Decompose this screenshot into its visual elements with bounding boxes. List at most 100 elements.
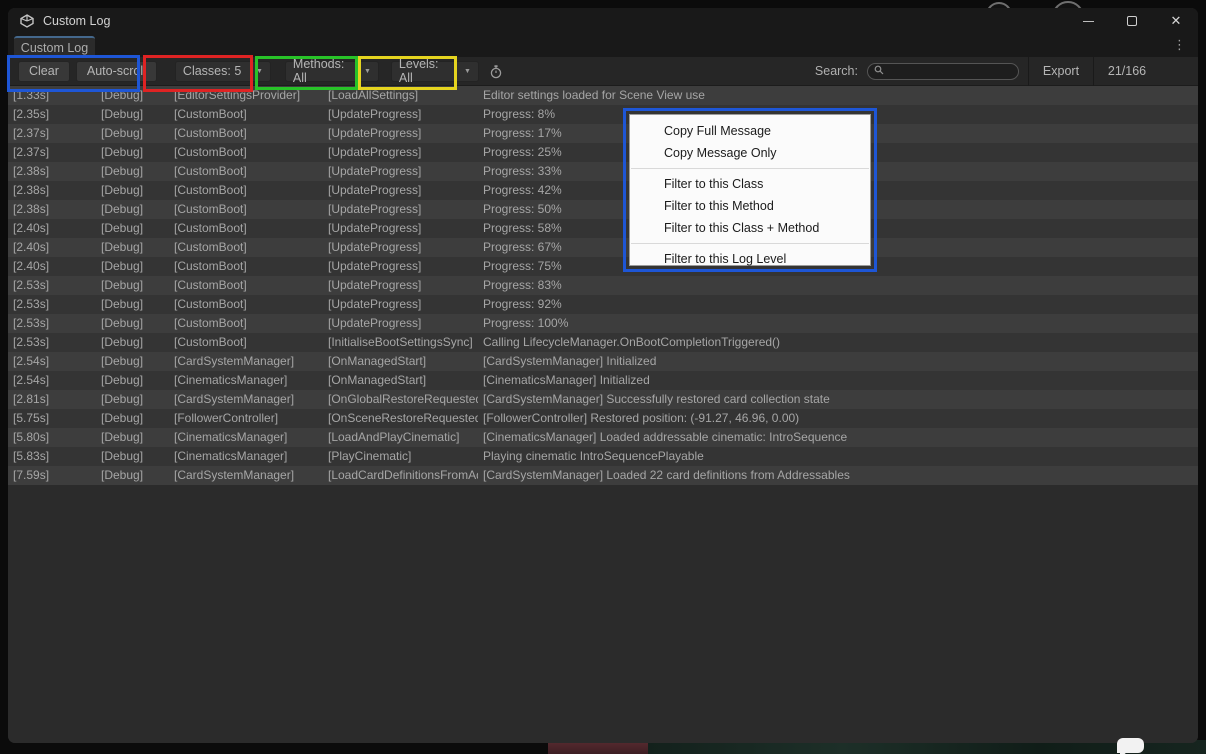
log-level: [Debug] <box>101 143 171 162</box>
log-level: [Debug] <box>101 428 171 447</box>
log-level: [Debug] <box>101 352 171 371</box>
kebab-menu-icon[interactable]: ⋮ <box>1173 37 1186 53</box>
menu-item-copy-full-message[interactable]: Copy Full Message <box>630 120 870 142</box>
log-time: [2.54s] <box>13 371 98 390</box>
log-method: [OnSceneRestoreRequested] <box>328 409 478 428</box>
log-message: [CardSystemManager] Successfully restore… <box>483 390 1194 409</box>
log-message: [CardSystemManager] Loaded 22 card defin… <box>483 466 1194 485</box>
log-method: [OnManagedStart] <box>328 352 478 371</box>
log-level: [Debug] <box>101 200 171 219</box>
log-time: [2.35s] <box>13 105 98 124</box>
log-method: [UpdateProgress] <box>328 162 478 181</box>
annotation-box-toolbar-buttons <box>7 55 140 92</box>
annotation-box-methods <box>255 56 358 90</box>
log-time: [2.37s] <box>13 143 98 162</box>
log-method: [UpdateProgress] <box>328 105 478 124</box>
log-row[interactable]: [2.40s][Debug][CustomBoot][UpdateProgres… <box>8 219 1198 238</box>
log-row[interactable]: [2.35s][Debug][CustomBoot][UpdateProgres… <box>8 105 1198 124</box>
menu-item-filter-to-this-method[interactable]: Filter to this Method <box>630 195 870 217</box>
log-level: [Debug] <box>101 276 171 295</box>
stopwatch-icon[interactable] <box>489 64 503 79</box>
log-row[interactable]: [2.37s][Debug][CustomBoot][UpdateProgres… <box>8 124 1198 143</box>
search-label: Search: <box>815 64 858 78</box>
log-row[interactable]: [2.81s][Debug][CardSystemManager][OnGlob… <box>8 390 1198 409</box>
log-class: [CustomBoot] <box>174 257 326 276</box>
menu-item-filter-to-this-class-method[interactable]: Filter to this Class + Method <box>630 217 870 239</box>
log-class: [CustomBoot] <box>174 219 326 238</box>
log-row[interactable]: [2.38s][Debug][CustomBoot][UpdateProgres… <box>8 181 1198 200</box>
log-message: Playing cinematic IntroSequencePlayable <box>483 447 1194 466</box>
log-row[interactable]: [2.37s][Debug][CustomBoot][UpdateProgres… <box>8 143 1198 162</box>
log-method: [UpdateProgress] <box>328 143 478 162</box>
log-row[interactable]: [7.59s][Debug][CardSystemManager][LoadCa… <box>8 466 1198 485</box>
log-method: [UpdateProgress] <box>328 314 478 333</box>
log-class: [CustomBoot] <box>174 314 326 333</box>
log-time: [2.54s] <box>13 352 98 371</box>
log-row[interactable]: [2.38s][Debug][CustomBoot][UpdateProgres… <box>8 200 1198 219</box>
menu-item-filter-to-this-log-level[interactable]: Filter to this Log Level <box>630 248 870 270</box>
log-row[interactable]: [2.53s][Debug][CustomBoot][UpdateProgres… <box>8 276 1198 295</box>
log-class: [CustomBoot] <box>174 181 326 200</box>
log-row[interactable]: [5.83s][Debug][CinematicsManager][PlayCi… <box>8 447 1198 466</box>
log-class: [FollowerController] <box>174 409 326 428</box>
minimize-button[interactable] <box>1066 8 1110 34</box>
log-level: [Debug] <box>101 124 171 143</box>
log-method: [UpdateProgress] <box>328 257 478 276</box>
log-row[interactable]: [5.75s][Debug][FollowerController][OnSce… <box>8 409 1198 428</box>
close-button[interactable]: ✕ <box>1154 8 1198 34</box>
log-method: [UpdateProgress] <box>328 295 478 314</box>
log-row[interactable]: [2.53s][Debug][CustomBoot][UpdateProgres… <box>8 314 1198 333</box>
log-message: [CardSystemManager] Initialized <box>483 352 1194 371</box>
log-class: [CustomBoot] <box>174 105 326 124</box>
log-class: [CardSystemManager] <box>174 390 326 409</box>
log-row[interactable]: [5.80s][Debug][CinematicsManager][LoadAn… <box>8 428 1198 447</box>
log-method: [OnManagedStart] <box>328 371 478 390</box>
log-level: [Debug] <box>101 447 171 466</box>
log-class: [CardSystemManager] <box>174 466 326 485</box>
search-icon <box>874 64 884 78</box>
log-time: [2.53s] <box>13 314 98 333</box>
export-button[interactable]: Export <box>1029 57 1093 85</box>
log-row[interactable]: [2.38s][Debug][CustomBoot][UpdateProgres… <box>8 162 1198 181</box>
log-time: [5.75s] <box>13 409 98 428</box>
log-row[interactable]: [2.53s][Debug][CustomBoot][UpdateProgres… <box>8 295 1198 314</box>
log-time: [5.83s] <box>13 447 98 466</box>
log-time: [2.38s] <box>13 181 98 200</box>
desktop-background: Custom Log ✕ Custom Log ⋮ Clear Auto-scr… <box>0 0 1206 754</box>
log-row[interactable]: [2.54s][Debug][CinematicsManager][OnMana… <box>8 371 1198 390</box>
log-class: [CustomBoot] <box>174 143 326 162</box>
log-class: [CinematicsManager] <box>174 428 326 447</box>
search-box[interactable] <box>867 63 1019 80</box>
maximize-button[interactable] <box>1110 8 1154 34</box>
search-input[interactable] <box>888 64 1008 78</box>
log-row[interactable]: [2.40s][Debug][CustomBoot][UpdateProgres… <box>8 238 1198 257</box>
menu-item-filter-to-this-class[interactable]: Filter to this Class <box>630 173 870 195</box>
log-method: [UpdateProgress] <box>328 200 478 219</box>
toolbar-right: Search: Export 21/166 <box>815 57 1198 85</box>
log-level: [Debug] <box>101 105 171 124</box>
log-level: [Debug] <box>101 257 171 276</box>
window-title: Custom Log <box>43 14 110 28</box>
context-menu: Copy Full MessageCopy Message Only Filter… <box>629 114 871 266</box>
log-row[interactable]: [2.53s][Debug][CustomBoot][InitialiseBoo… <box>8 333 1198 352</box>
tab-custom-log[interactable]: Custom Log <box>14 36 95 57</box>
log-time: [2.53s] <box>13 276 98 295</box>
log-class: [CustomBoot] <box>174 162 326 181</box>
log-level: [Debug] <box>101 371 171 390</box>
log-method: [UpdateProgress] <box>328 238 478 257</box>
log-row[interactable]: [2.40s][Debug][CustomBoot][UpdateProgres… <box>8 257 1198 276</box>
titlebar: Custom Log ✕ <box>8 8 1198 34</box>
log-class: [CinematicsManager] <box>174 371 326 390</box>
log-level: [Debug] <box>101 409 171 428</box>
menu-item-copy-message-only[interactable]: Copy Message Only <box>630 142 870 164</box>
log-method: [UpdateProgress] <box>328 219 478 238</box>
annotation-box-levels <box>358 56 457 90</box>
log-method: [LoadCardDefinitionsFromAddressables] <box>328 466 478 485</box>
log-level: [Debug] <box>101 295 171 314</box>
log-row[interactable]: [2.54s][Debug][CardSystemManager][OnMana… <box>8 352 1198 371</box>
log-method: [LoadAndPlayCinematic] <box>328 428 478 447</box>
log-method: [InitialiseBootSettingsSync] <box>328 333 478 352</box>
log-time: [2.81s] <box>13 390 98 409</box>
log-method: [UpdateProgress] <box>328 181 478 200</box>
log-rows: [1.33s][Debug][EditorSettingsProvider][L… <box>8 86 1198 743</box>
